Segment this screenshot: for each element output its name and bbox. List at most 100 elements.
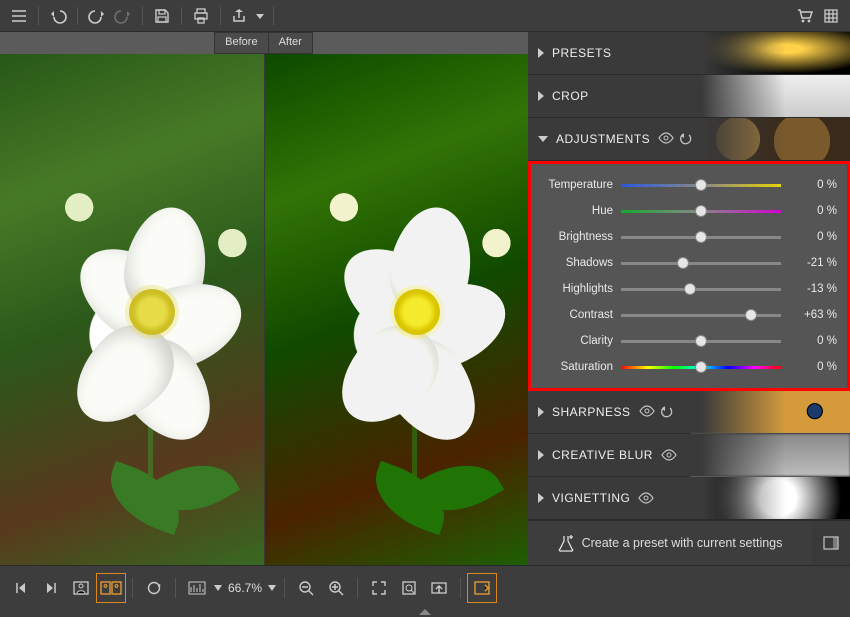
separator: [175, 578, 176, 598]
cart-button[interactable]: [792, 3, 818, 29]
clarity-handle[interactable]: [695, 335, 707, 347]
slider-row-hue: Hue 0 %: [537, 204, 837, 218]
hue-label: Hue: [537, 205, 613, 217]
slider-row-temperature: Temperature 0 %: [537, 178, 837, 192]
highlights-value: -13 %: [789, 283, 837, 295]
section-title: Vignetting: [552, 491, 630, 505]
slider-row-clarity: Clarity0 %: [537, 334, 837, 348]
separator: [284, 578, 285, 598]
navigator-button[interactable]: [424, 573, 454, 603]
separator: [460, 578, 461, 598]
eye-icon[interactable]: [661, 449, 677, 461]
redo-button[interactable]: [84, 3, 110, 29]
contrast-handle[interactable]: [745, 309, 757, 321]
brightness-value: 0 %: [789, 231, 837, 243]
compare-view-button[interactable]: [96, 573, 126, 603]
filmstrip-expand-caret[interactable]: [0, 609, 850, 617]
undo-button[interactable]: [45, 3, 71, 29]
eye-icon[interactable]: [638, 492, 654, 504]
create-preset-button[interactable]: Create a preset with current settings: [528, 521, 812, 565]
slider-row-brightness: Brightness 0 %: [537, 230, 837, 244]
zoom-out-button[interactable]: [291, 573, 321, 603]
flask-plus-icon: [558, 534, 574, 552]
shadows-slider[interactable]: [621, 256, 781, 270]
save-button[interactable]: [149, 3, 175, 29]
grid-view-button[interactable]: [818, 3, 844, 29]
create-preset-label: Create a preset with current settings: [582, 536, 783, 550]
section-sharpness[interactable]: Sharpness: [528, 391, 850, 434]
bottom-toolbar: 66.7%: [0, 565, 850, 609]
share-button[interactable]: [227, 3, 253, 29]
fit-window-button[interactable]: [364, 573, 394, 603]
filmstrip-toggle-button[interactable]: [467, 573, 497, 603]
section-vignetting[interactable]: Vignetting: [528, 477, 850, 520]
compare-labels: Before After: [0, 32, 528, 54]
highlights-label: Highlights: [537, 283, 613, 295]
after-image[interactable]: [264, 54, 529, 565]
zoom-in-button[interactable]: [321, 573, 351, 603]
separator: [357, 578, 358, 598]
highlights-slider[interactable]: [621, 282, 781, 296]
hue-handle[interactable]: [695, 205, 707, 217]
histogram-dropdown-icon[interactable]: [212, 573, 224, 603]
reset-icon[interactable]: [678, 132, 692, 146]
single-view-button[interactable]: [66, 573, 96, 603]
zoom-dropdown-icon[interactable]: [266, 573, 278, 603]
main-area: Before After: [0, 32, 850, 565]
brightness-label: Brightness: [537, 231, 613, 243]
saturation-slider[interactable]: [621, 360, 781, 374]
contrast-value: +63 %: [789, 309, 837, 321]
section-presets[interactable]: Presets: [528, 32, 850, 75]
separator: [220, 7, 221, 25]
chevron-right-icon: [538, 91, 544, 101]
menu-button[interactable]: [6, 3, 32, 29]
shadows-handle[interactable]: [677, 257, 689, 269]
clarity-slider[interactable]: [621, 334, 781, 348]
section-title: Creative Blur: [552, 448, 653, 462]
histogram-button[interactable]: [182, 573, 212, 603]
temperature-label: Temperature: [537, 179, 613, 191]
saturation-handle[interactable]: [695, 361, 707, 373]
chevron-right-icon: [538, 407, 544, 417]
separator: [273, 7, 274, 25]
panel-toggle-button[interactable]: [812, 521, 850, 565]
highlights-handle[interactable]: [684, 283, 696, 295]
temperature-slider[interactable]: [621, 178, 781, 192]
contrast-slider[interactable]: [621, 308, 781, 322]
separator: [142, 7, 143, 25]
section-creative-blur[interactable]: Creative Blur: [528, 434, 850, 477]
chevron-right-icon: [538, 493, 544, 503]
slider-row-shadows: Shadows-21 %: [537, 256, 837, 270]
temperature-value: 0 %: [789, 179, 837, 191]
section-adjustments[interactable]: Adjustments: [528, 118, 850, 161]
temperature-handle[interactable]: [695, 179, 707, 191]
hue-slider[interactable]: [621, 204, 781, 218]
right-panel: Presets Crop Adjustments Temperature0 %H…: [528, 32, 850, 565]
hue-value: 0 %: [789, 205, 837, 217]
before-image[interactable]: [0, 54, 264, 565]
separator: [77, 7, 78, 25]
top-toolbar: [0, 0, 850, 32]
share-dropdown-icon[interactable]: [253, 3, 267, 29]
redo-disabled-button: [110, 3, 136, 29]
actual-pixels-button[interactable]: [394, 573, 424, 603]
section-title: Adjustments: [556, 132, 650, 146]
rotate-button[interactable]: [139, 573, 169, 603]
print-button[interactable]: [188, 3, 214, 29]
chevron-right-icon: [538, 48, 544, 58]
separator: [181, 7, 182, 25]
first-image-button[interactable]: [6, 573, 36, 603]
next-image-button[interactable]: [36, 573, 66, 603]
eye-icon[interactable]: [658, 132, 674, 144]
preview-pane: Before After: [0, 32, 528, 565]
section-crop[interactable]: Crop: [528, 75, 850, 118]
section-title: Sharpness: [552, 405, 631, 419]
shadows-value: -21 %: [789, 257, 837, 269]
eye-icon[interactable]: [639, 405, 655, 417]
preview-images[interactable]: [0, 54, 528, 565]
separator: [132, 578, 133, 598]
clarity-value: 0 %: [789, 335, 837, 347]
brightness-slider[interactable]: [621, 230, 781, 244]
brightness-handle[interactable]: [695, 231, 707, 243]
reset-icon[interactable]: [659, 405, 673, 419]
